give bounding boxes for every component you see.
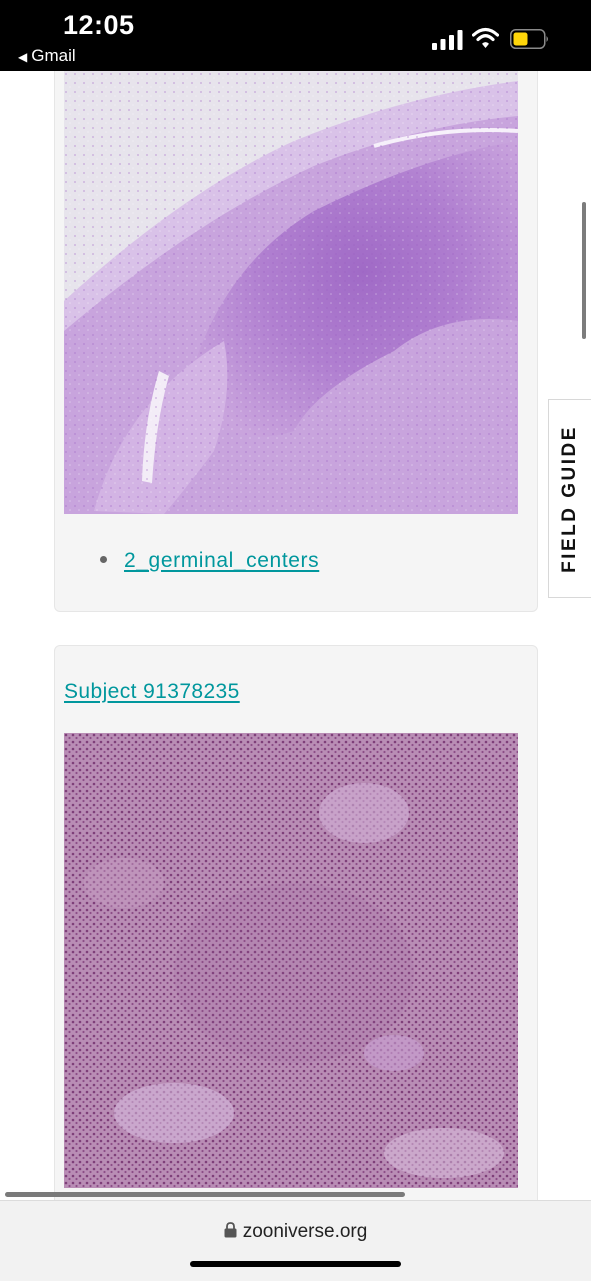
signal-icon bbox=[432, 30, 463, 50]
url-display[interactable]: zooniverse.org bbox=[0, 1221, 591, 1243]
subject-image[interactable] bbox=[64, 733, 518, 1188]
browser-address-bar[interactable]: zooniverse.org bbox=[0, 1200, 591, 1281]
list-bullet bbox=[100, 555, 107, 563]
tag-link[interactable]: 2_germinal_centers bbox=[124, 549, 319, 572]
status-bar: 12:05 ◀ Gmail bbox=[0, 0, 591, 71]
home-indicator[interactable] bbox=[190, 1261, 401, 1267]
subject-image[interactable] bbox=[64, 71, 518, 514]
battery-icon bbox=[510, 29, 548, 49]
wifi-icon bbox=[472, 27, 499, 48]
back-to-gmail-link[interactable]: ◀ Gmail bbox=[18, 46, 76, 66]
histology-image-2 bbox=[64, 733, 518, 1188]
url-text: zooniverse.org bbox=[242, 1221, 368, 1242]
clock-time: 12:05 bbox=[63, 10, 135, 40]
tag-list-item: 2_germinal_centers bbox=[100, 549, 319, 573]
histology-image-1 bbox=[64, 71, 518, 514]
horizontal-scrollbar[interactable] bbox=[5, 1192, 405, 1197]
field-guide-label: FIELD GUIDE bbox=[559, 424, 580, 573]
field-guide-tab[interactable]: FIELD GUIDE bbox=[548, 399, 591, 598]
vertical-scrollbar[interactable] bbox=[582, 202, 586, 339]
back-app-label: Gmail bbox=[31, 46, 76, 65]
page-content: 2_germinal_centers Subject 91378235 FIEL… bbox=[0, 71, 591, 1200]
lock-icon bbox=[224, 1222, 237, 1238]
subject-link[interactable]: Subject 91378235 bbox=[64, 680, 240, 704]
back-triangle-icon: ◀ bbox=[18, 50, 28, 64]
